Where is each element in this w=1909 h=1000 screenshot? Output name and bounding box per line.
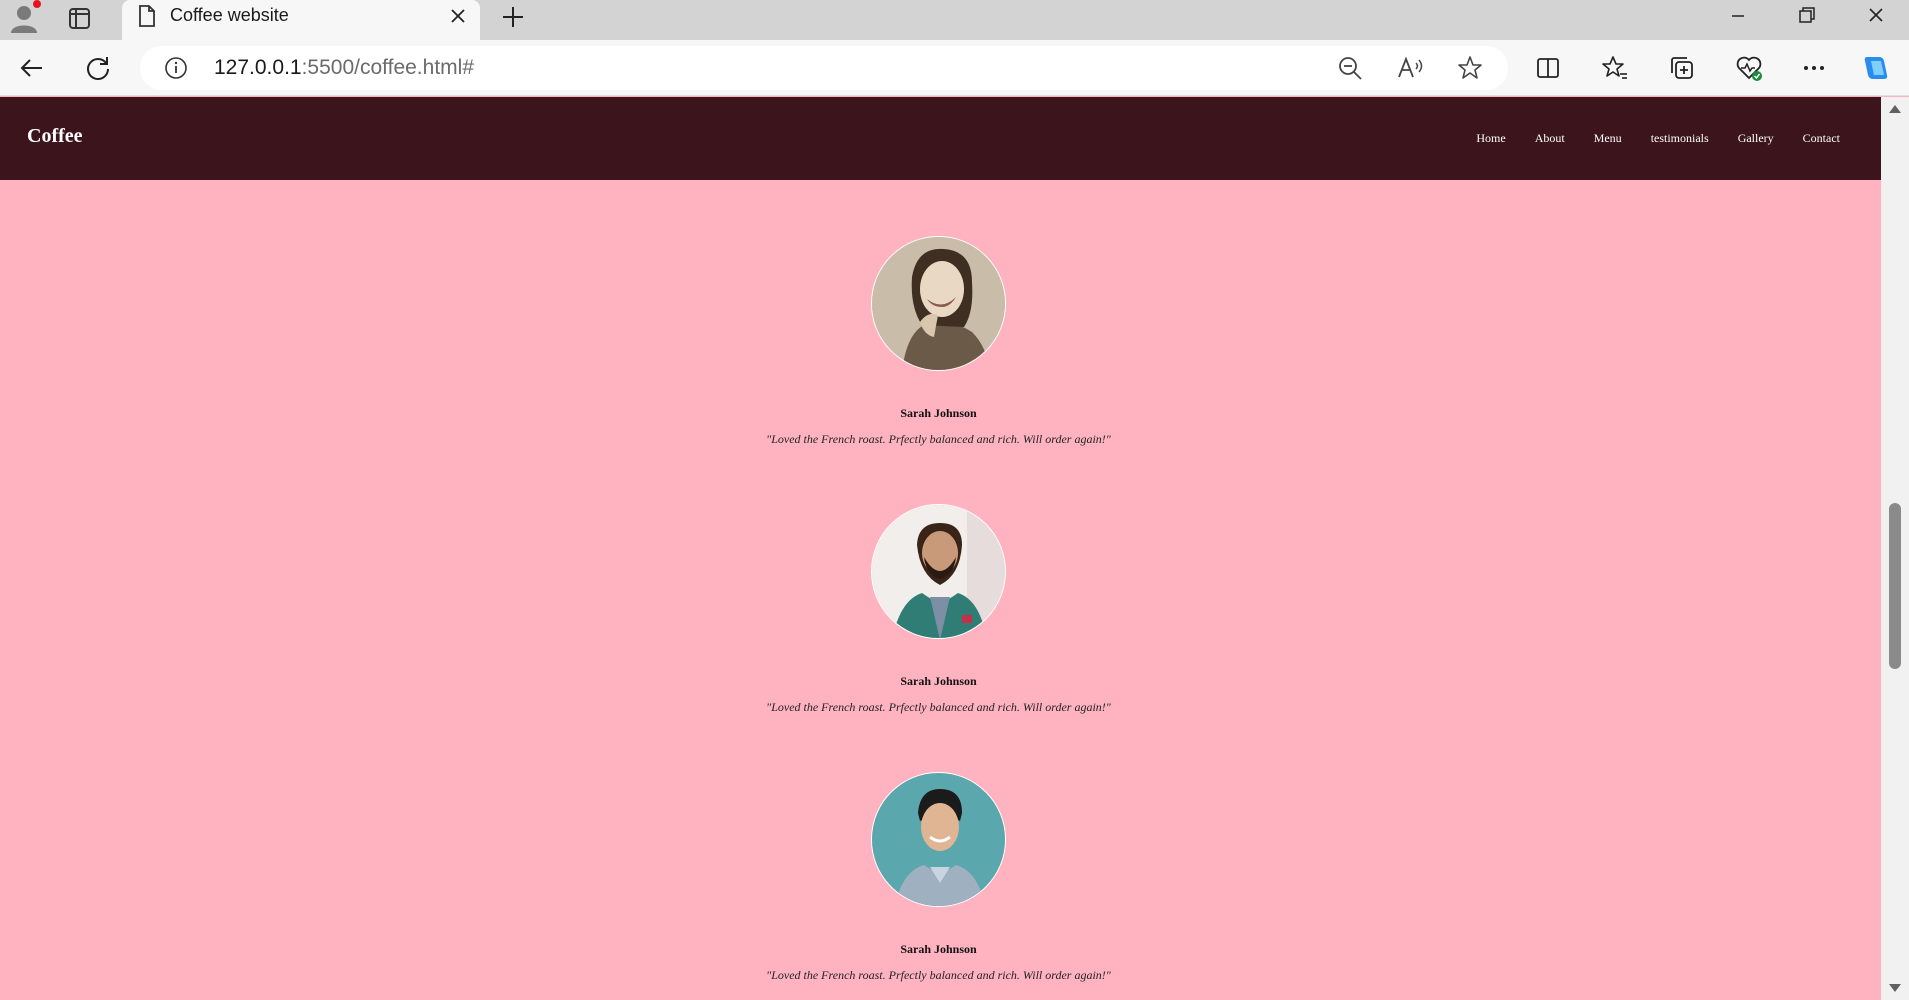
testimonial-name: Sarah Johnson [900,406,977,420]
scrollbar-thumb[interactable] [1889,503,1901,669]
avatar [871,236,1006,371]
scroll-up-icon[interactable] [1889,105,1901,113]
collections-icon[interactable] [1664,50,1700,86]
site-navbar: Coffee Home About Menu testimonials Gall… [0,97,1881,180]
star-icon[interactable] [1456,54,1484,82]
url-text[interactable]: 127.0.0.1:5500/coffee.html# [214,56,474,80]
notification-dot [33,0,41,8]
nav-testimonials[interactable]: testimonials [1651,131,1709,146]
copilot-icon[interactable] [1858,50,1894,86]
url-host: 127.0.0.1 [214,56,302,79]
avatar [871,772,1006,907]
plus-icon[interactable] [498,2,528,32]
read-aloud-icon[interactable] [1396,54,1424,82]
nav-menu[interactable]: Menu [1594,131,1622,146]
back-arrow-icon[interactable] [14,50,50,86]
split-screen-icon[interactable] [1530,50,1566,86]
browser-essentials-icon[interactable] [1731,50,1767,86]
tab-actions-icon[interactable] [64,4,94,34]
address-bar[interactable]: 127.0.0.1:5500/coffee.html# [140,46,1508,90]
site-brand[interactable]: Coffee [27,125,83,148]
page-icon [136,4,158,28]
restore-icon[interactable] [1788,2,1824,30]
url-path: :5500/coffee.html# [301,56,474,79]
avatar [871,504,1006,639]
testimonial-quote: "Loved the French roast. Prfectly balanc… [766,968,1111,982]
scroll-down-icon[interactable] [1889,984,1901,992]
page-scrollbar[interactable] [1881,97,1909,1000]
info-icon[interactable] [164,56,188,80]
testimonial-name: Sarah Johnson [900,942,977,956]
zoom-out-icon[interactable] [1336,54,1364,82]
tab-title: Coffee website [170,5,289,25]
testimonial-name: Sarah Johnson [900,674,977,688]
browser-tab-strip: Coffee website [0,0,1909,40]
testimonial-quote: "Loved the French roast. Prfectly balanc… [766,432,1111,446]
close-icon[interactable] [446,4,470,28]
more-options-icon[interactable] [1796,50,1832,86]
minimize-icon[interactable] [1720,2,1756,30]
nav-contact[interactable]: Contact [1803,131,1840,146]
window-close-icon[interactable] [1858,2,1894,30]
refresh-icon[interactable] [80,50,116,86]
browser-toolbar: 127.0.0.1:5500/coffee.html# [0,40,1909,96]
nav-home[interactable]: Home [1476,131,1505,146]
favorites-icon[interactable] [1597,50,1633,86]
nav-links: Home About Menu testimonials Gallery Con… [1447,131,1840,146]
testimonial-quote: "Loved the French roast. Prfectly balanc… [766,700,1111,714]
page-viewport: Coffee Home About Menu testimonials Gall… [0,97,1881,1000]
browser-tab[interactable]: Coffee website [122,0,480,40]
nav-about[interactable]: About [1535,131,1565,146]
nav-gallery[interactable]: Gallery [1738,131,1774,146]
